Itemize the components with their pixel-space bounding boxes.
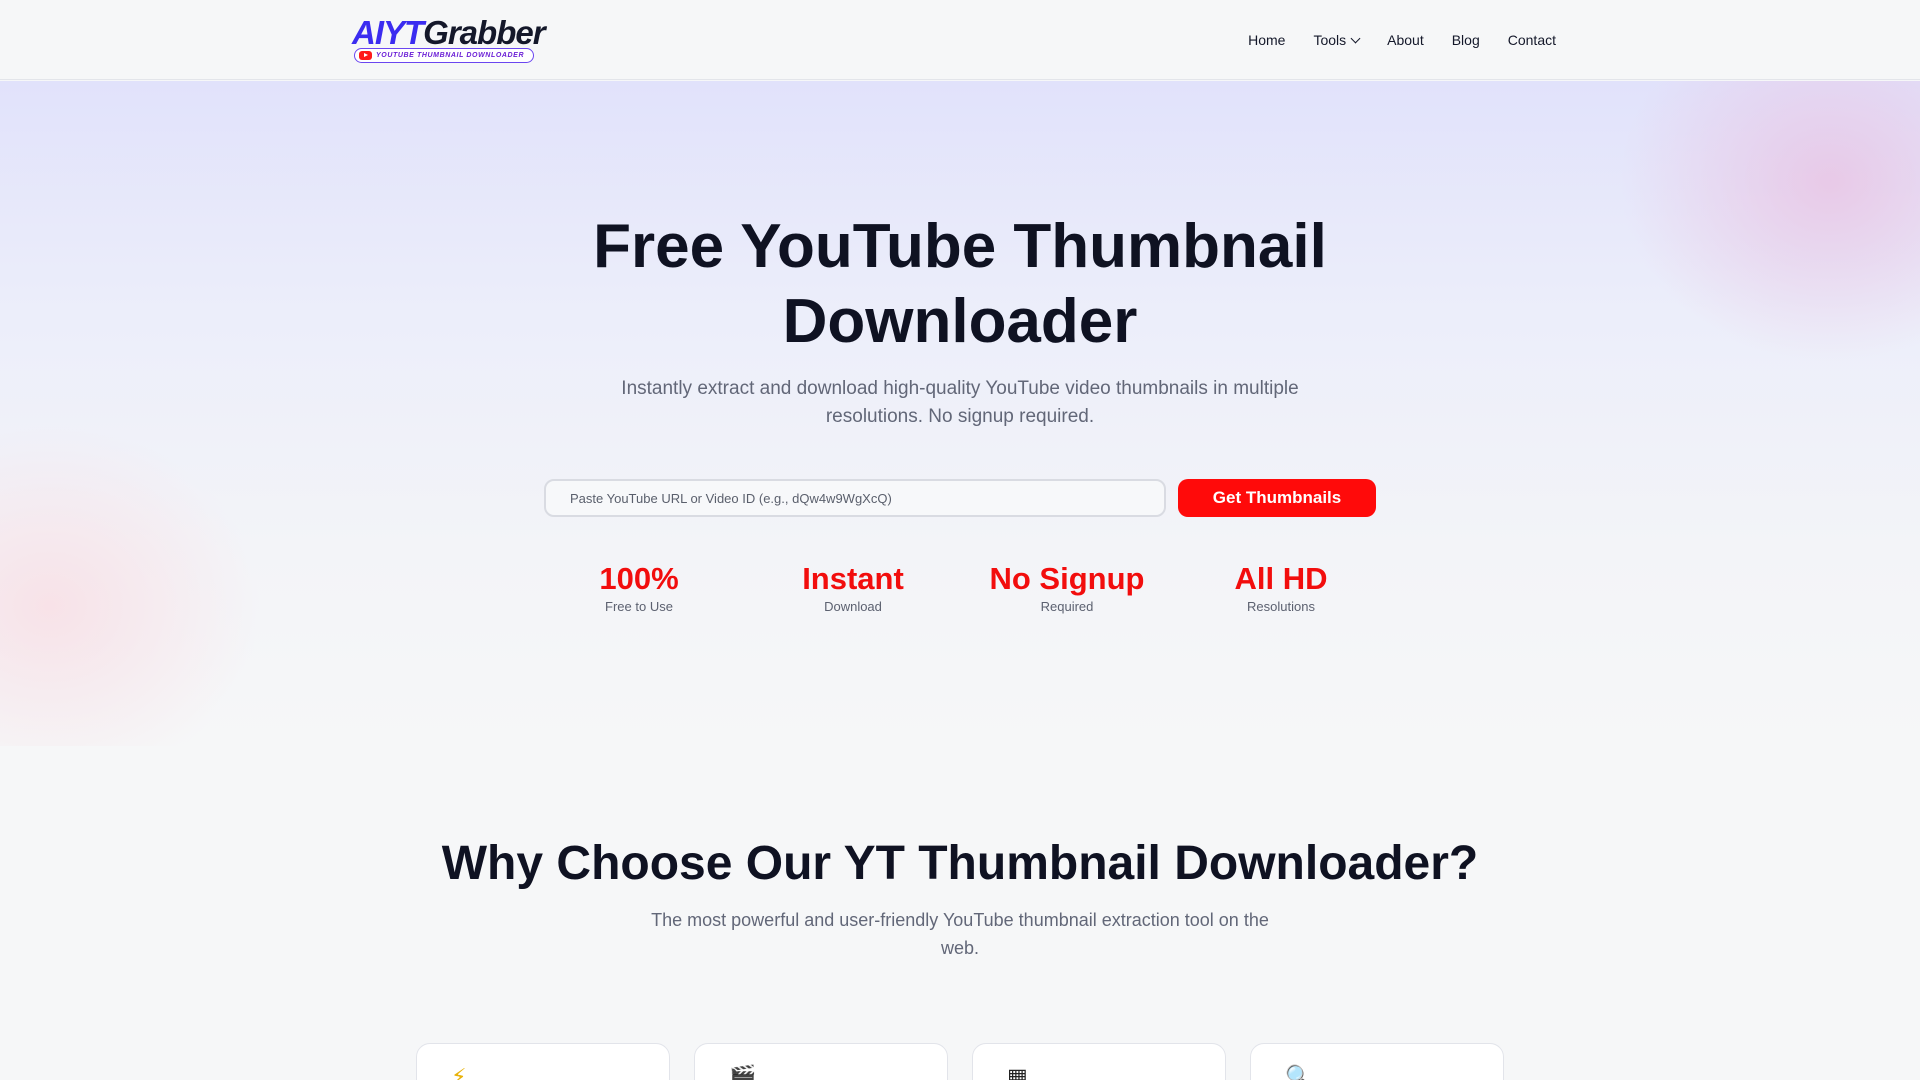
hero-title: Free YouTube Thumbnail Downloader <box>593 212 1327 356</box>
video-url-input[interactable] <box>544 479 1166 517</box>
lightning-icon: ⚡ <box>451 1064 467 1080</box>
nav-blog[interactable]: Blog <box>1452 32 1480 48</box>
logo-badge: YOUTUBE THUMBNAIL DOWNLOADER <box>354 48 534 63</box>
stat-instant: Instant Download <box>743 559 963 614</box>
stat-value: 100% <box>599 561 679 596</box>
logo-wordmark: AIYTGrabber <box>352 14 546 52</box>
stat-value: Instant <box>802 561 904 596</box>
stat-no-signup: No Signup Required <box>957 559 1177 614</box>
nav-home[interactable]: Home <box>1248 32 1285 48</box>
logo-tagline: YOUTUBE THUMBNAIL DOWNLOADER <box>376 52 525 59</box>
site-header: AIYTGrabber YOUTUBE THUMBNAIL DOWNLOADER… <box>0 0 1920 80</box>
site-logo[interactable]: AIYTGrabber YOUTUBE THUMBNAIL DOWNLOADER <box>352 14 546 66</box>
stat-free: 100% Free to Use <box>529 559 749 614</box>
feature-card: ▦ <box>972 1043 1226 1080</box>
why-section-subtitle: The most powerful and user-friendly YouT… <box>651 910 1269 958</box>
feature-card: 🎬 <box>694 1043 948 1080</box>
logo-brand-ai: AIYT <box>352 14 424 51</box>
clapperboard-icon: 🎬 <box>729 1064 757 1080</box>
nav-about-label: About <box>1387 32 1424 48</box>
nav-tools-label: Tools <box>1313 32 1347 48</box>
magnifier-icon: 🔍 <box>1285 1064 1313 1080</box>
chevron-down-icon <box>1350 33 1361 43</box>
stat-label: Download <box>824 599 882 614</box>
stat-value: All HD <box>1234 561 1328 596</box>
hero-section: Free YouTube Thumbnail Downloader Instan… <box>0 81 1920 746</box>
grid-icon: ▦ <box>1007 1064 1028 1080</box>
stat-label: Free to Use <box>605 599 673 614</box>
nav-about[interactable]: About <box>1387 32 1424 48</box>
feature-card: 🔍 <box>1250 1043 1504 1080</box>
stat-label: Required <box>1040 599 1094 614</box>
get-thumbnails-button[interactable]: Get Thumbnails <box>1178 479 1376 517</box>
stat-value: No Signup <box>989 561 1145 596</box>
feature-card: ⚡ <box>416 1043 670 1080</box>
nav-contact-label: Contact <box>1507 32 1556 48</box>
why-section-title: Why Choose Our YT Thumbnail Downloader? <box>441 837 1479 890</box>
hero-subtitle: Instantly extract and download high-qual… <box>621 378 1299 427</box>
nav-blog-label: Blog <box>1451 32 1480 48</box>
nav-home-label: Home <box>1248 32 1286 48</box>
main-nav: Home Tools About Blog Contact <box>1248 0 1556 80</box>
logo-brand-rest: Grabber <box>423 14 545 51</box>
nav-contact[interactable]: Contact <box>1508 32 1556 48</box>
nav-tools[interactable]: Tools <box>1313 32 1361 48</box>
stat-all-hd: All HD Resolutions <box>1171 559 1391 614</box>
youtube-play-icon <box>359 51 372 60</box>
stat-label: Resolutions <box>1247 599 1315 614</box>
